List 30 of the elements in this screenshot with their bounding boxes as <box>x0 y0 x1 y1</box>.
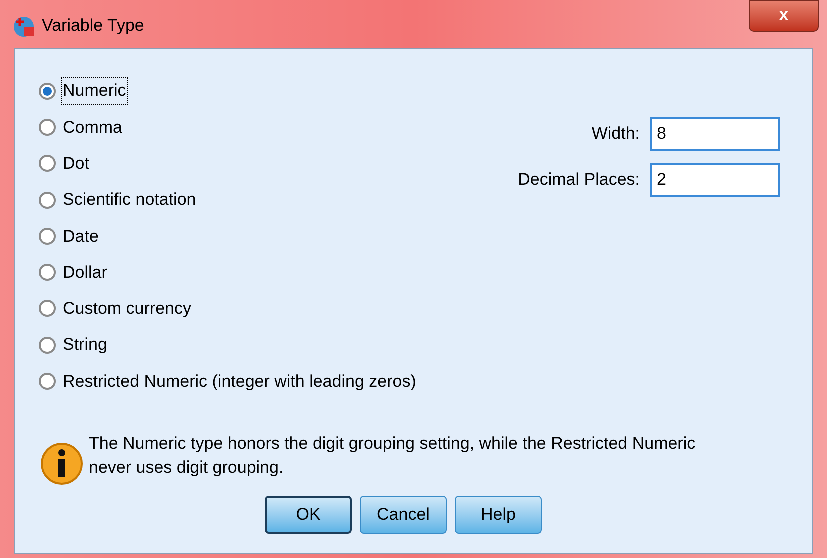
radio-label[interactable]: Dot <box>62 150 90 176</box>
radio-button[interactable] <box>39 82 56 100</box>
radio-button[interactable] <box>39 373 56 390</box>
input-field[interactable]: 8 <box>650 117 780 151</box>
radio-label[interactable]: Custom currency <box>62 296 192 322</box>
dialog-button[interactable]: Cancel <box>360 496 447 534</box>
radio-label[interactable]: String <box>62 332 108 358</box>
window-title: Variable Type <box>42 15 144 37</box>
radio-label[interactable]: Comma <box>62 114 124 140</box>
dialog-button[interactable]: Help <box>455 496 542 534</box>
radio-button[interactable] <box>39 336 56 354</box>
app-icon <box>12 14 36 38</box>
radio-label[interactable]: Dollar <box>62 260 108 286</box>
input-field[interactable]: 2 <box>650 163 780 197</box>
radio-button[interactable] <box>39 192 56 209</box>
radio-label[interactable]: Numeric <box>62 78 128 104</box>
radio-button[interactable] <box>39 118 56 136</box>
radio-label[interactable]: Scientific notation <box>62 187 198 213</box>
info-message: The Numeric type honors the digit grouping setting, while the Restricted Numeric never uses digit grouping. <box>89 432 697 479</box>
dialog-button[interactable]: OK <box>265 496 352 534</box>
radio-button[interactable] <box>39 300 56 318</box>
close-button[interactable]: x <box>749 0 819 32</box>
radio-button[interactable] <box>39 264 56 282</box>
field-label: Width: <box>592 123 640 146</box>
radio-button[interactable] <box>39 228 56 245</box>
radio-label[interactable]: Date <box>62 224 100 250</box>
info-icon <box>39 442 85 488</box>
radio-label[interactable]: Restricted Numeric (integer with leading zeros) <box>62 368 418 394</box>
radio-button[interactable] <box>39 155 56 172</box>
field-label: Decimal Places: <box>518 169 640 192</box>
